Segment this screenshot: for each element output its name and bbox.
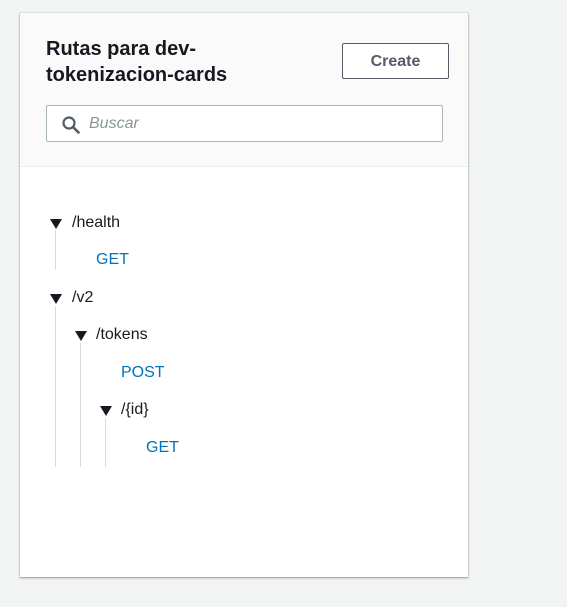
tree-guide-v2 bbox=[55, 306, 56, 467]
panel-header: Rutas para dev-tokenizacion-cards Create bbox=[20, 13, 468, 167]
search-field[interactable] bbox=[46, 105, 443, 142]
tree-guide-tokens bbox=[80, 343, 81, 467]
create-button[interactable]: Create bbox=[342, 43, 449, 79]
panel-title: Rutas para dev-tokenizacion-cards bbox=[46, 38, 228, 86]
collapse-v2-icon[interactable] bbox=[50, 293, 62, 305]
resource-health[interactable]: /health bbox=[72, 212, 120, 234]
resource-id[interactable]: /{id} bbox=[121, 399, 149, 421]
resource-v2[interactable]: /v2 bbox=[72, 287, 93, 309]
search-icon bbox=[62, 116, 80, 134]
collapse-health-icon[interactable] bbox=[50, 218, 62, 230]
routes-panel: Rutas para dev-tokenizacion-cards Create… bbox=[20, 13, 468, 577]
method-id-get[interactable]: GET bbox=[146, 437, 179, 459]
search-input[interactable] bbox=[89, 106, 429, 141]
collapse-tokens-icon[interactable] bbox=[75, 330, 87, 342]
resource-tokens[interactable]: /tokens bbox=[96, 324, 148, 346]
collapse-id-icon[interactable] bbox=[100, 405, 112, 417]
tree-guide-health bbox=[55, 230, 56, 270]
resource-tree: /health GET /v2 /tokens POST /{id} GET bbox=[20, 166, 468, 577]
tree-guide-id bbox=[105, 418, 106, 467]
method-tokens-post[interactable]: POST bbox=[121, 362, 165, 384]
method-health-get[interactable]: GET bbox=[96, 249, 129, 271]
